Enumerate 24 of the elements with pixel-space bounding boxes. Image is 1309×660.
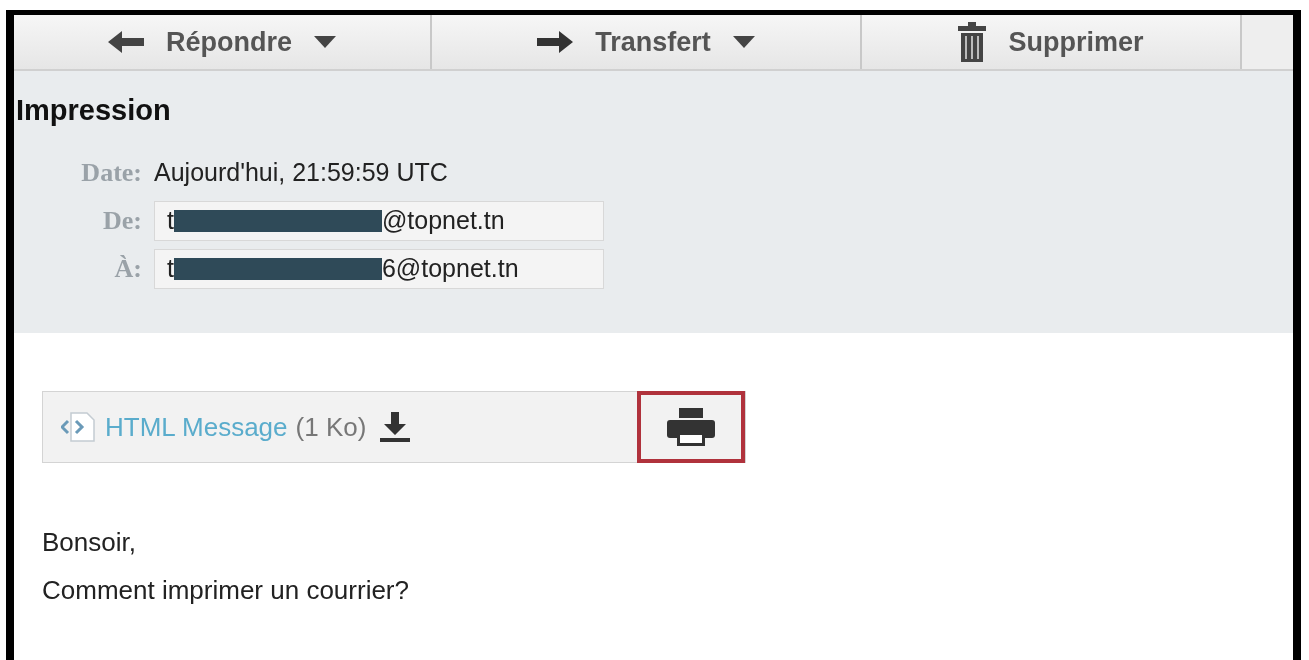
toolbar-button[interactable]: Supprimer — [862, 15, 1242, 69]
field-label: À: — [113, 253, 143, 285]
printer-icon — [667, 408, 715, 446]
address-text: @topnet.tn — [381, 204, 505, 236]
address-text: t — [167, 204, 174, 236]
body-text: Comment imprimer un courrier? — [42, 574, 410, 607]
arrow-right-icon — [537, 31, 574, 53]
download-icon[interactable] — [380, 412, 411, 442]
field-label: De: — [102, 205, 143, 237]
message-subject: Impression — [16, 93, 172, 128]
address-text: t — [167, 252, 174, 284]
toolbar-button[interactable]: Transfert — [432, 15, 862, 69]
address-chip[interactable]: t 6@topnet.tn — [154, 248, 604, 289]
attachment-size: (1 Ko) — [295, 410, 367, 444]
address-text: 6@topnet.tn — [381, 252, 519, 284]
date-value: Aujourd'hui, 21:59:59 UTC — [154, 156, 448, 188]
field-label: Date: — [80, 157, 143, 189]
toolbar-button[interactable]: Répondre — [14, 15, 432, 69]
print-button[interactable] — [637, 391, 745, 463]
body-text: Bonsoir, — [42, 526, 137, 559]
trash-icon — [958, 22, 987, 62]
code-file-icon — [61, 412, 95, 442]
address-chip[interactable]: t @topnet.tn — [154, 200, 604, 241]
arrow-left-icon — [108, 31, 144, 53]
